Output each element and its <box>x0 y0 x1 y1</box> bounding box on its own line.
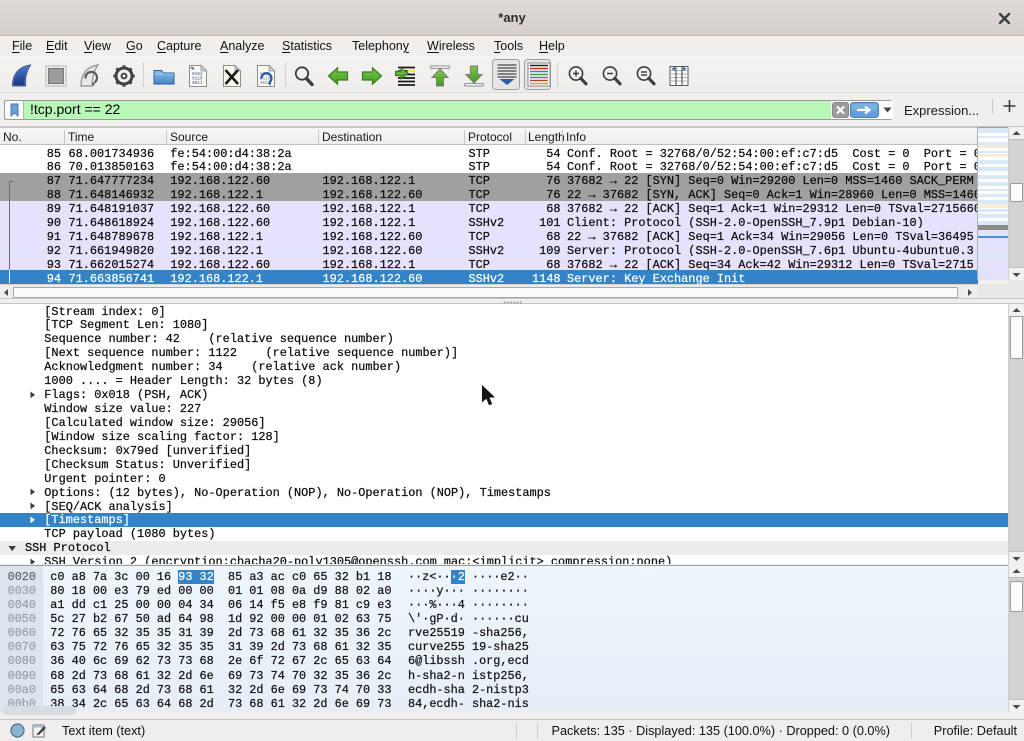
svg-text:0011: 0011 <box>192 81 203 86</box>
